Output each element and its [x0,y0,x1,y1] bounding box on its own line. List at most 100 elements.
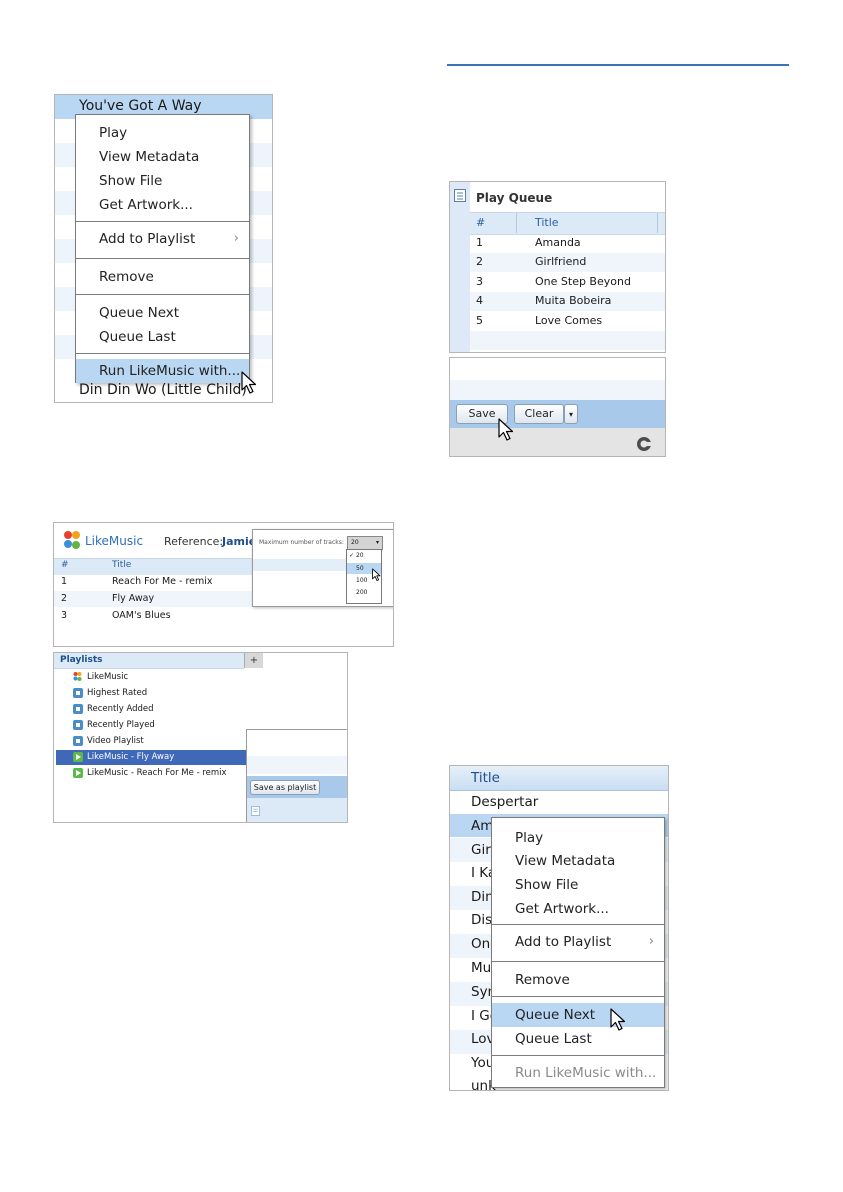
column-header-title[interactable]: Title [112,560,131,570]
menu-item-run-likemusic: Run LikeMusic with... [515,1065,657,1081]
mouse-cursor-icon [498,418,514,441]
reference-label: Reference: [164,535,224,548]
menu-item-view-metadata[interactable]: View Metadata [76,145,249,169]
likemusic-row-num: 2 [61,593,68,604]
menu-item-remove[interactable]: Remove [492,968,664,992]
toolbar-stripe [450,380,665,400]
check-icon: ✓ [349,552,355,559]
playlists-panel: Playlists + LikeMusic Highest Rated Rece… [53,652,348,823]
play-playlist-icon [73,752,83,762]
save-as-playlist-button[interactable]: Save as playlist [250,780,320,795]
section-rule [447,64,789,66]
menu-item-show-file[interactable]: Show File [76,169,249,193]
option-item[interactable]: 100 [356,577,367,584]
likemusic-row-title[interactable]: Reach For Me - remix [112,576,213,587]
queue-row-stripe [470,331,665,350]
table-row[interactable]: 1 [476,236,483,249]
queue-row-title[interactable]: Muita Bobeira [535,294,611,307]
menu-item-remove[interactable]: Remove [76,265,249,289]
clear-button[interactable]: Clear [514,404,564,424]
menu-item-queue-last[interactable]: Queue Last [76,325,249,349]
table-row[interactable]: 4 [476,294,483,307]
table-row[interactable]: 5 [476,314,483,327]
clear-dropdown-button[interactable]: ▾ [564,404,578,424]
menu-item-get-artwork[interactable]: Get Artwork... [492,897,664,921]
likemusic-logo-text: LikeMusic [85,534,144,548]
column-header-title[interactable]: Title [535,216,559,229]
playlist-item-label[interactable]: Recently Added [87,704,154,714]
library-context-panel: You've Got A Way Din Din Wo (Little Chil… [54,94,273,403]
menu-item-add-to-playlist[interactable]: Add to Playlist › [492,930,664,954]
menu-item-get-artwork[interactable]: Get Artwork... [76,193,249,217]
add-playlist-button[interactable]: + [244,653,263,668]
playlist-item-label[interactable]: LikeMusic - Reach For Me - remix [87,768,227,778]
menu-separator [76,221,249,222]
likemusic-row-title[interactable]: OAM's Blues [112,610,171,621]
likemusic-panel: LikeMusic Reference: Jamie # Title 1 Rea… [53,522,394,647]
library-row-title[interactable]: Din Din Wo (Little Child) [79,382,247,398]
queue-list-icon [251,806,260,816]
option-label: 20 [355,552,364,559]
menu-item-play[interactable]: Play [76,121,249,145]
likemusic-row-num: 3 [61,610,68,621]
play-queue-panel: Play Queue # Title 1 Amanda 2 Girlfriend… [449,181,666,353]
menu-item-play[interactable]: Play [492,826,664,850]
menu-item-view-metadata[interactable]: View Metadata [492,849,664,873]
queue-row-title[interactable]: Girlfriend [535,255,586,268]
chevron-right-icon: › [233,231,239,246]
likemusic-logo-icon [73,672,82,681]
likemusic-footer-icon [637,437,652,451]
menu-separator [76,353,249,354]
playlists-header: Playlists [60,655,103,665]
max-tracks-select[interactable]: 20 ▾ [347,536,383,550]
menu-separator [492,996,664,997]
menu-separator [492,1055,664,1056]
max-tracks-popup: Maximum number of tracks: 20 ▾ ✓ 20 50 1… [252,529,393,607]
playlist-item-label[interactable]: LikeMusic [87,672,128,682]
title-column-header-label[interactable]: Title [471,770,500,786]
menu-item-add-to-playlist[interactable]: Add to Playlist › [76,227,249,251]
playlist-item-label[interactable]: LikeMusic - Fly Away [87,752,174,762]
chevron-down-icon: ▾ [375,539,379,546]
queue-row-title[interactable]: Love Comes [535,314,602,327]
queue-row-num: 3 [476,275,483,288]
menu-item-queue-last[interactable]: Queue Last [492,1027,664,1051]
mouse-cursor-icon [610,1008,626,1031]
queue-row-title[interactable]: Amanda [535,236,581,249]
queue-list-icon [454,189,466,202]
column-header-num[interactable]: # [61,560,69,570]
play-queue-title: Play Queue [476,191,553,205]
playlist-item-label[interactable]: Video Playlist [87,736,144,746]
home-playlist-icon [73,704,83,714]
max-tracks-label: Maximum number of tracks: [259,539,344,546]
title-list-panel: Title Despertar Am Girl I Ka Din Dist On… [449,765,669,1091]
menu-item-queue-next[interactable]: Queue Next [76,301,249,325]
menu-item-run-likemusic[interactable]: Run LikeMusic with... [76,359,249,383]
playlist-item-label[interactable]: Recently Played [87,720,155,730]
playlist-item-label[interactable]: Highest Rated [87,688,147,698]
context-menu: Play View Metadata Show File Get Artwork… [75,114,250,383]
title-row[interactable]: Despertar [471,794,538,810]
table-row[interactable]: 3 [476,275,483,288]
home-playlist-icon [73,720,83,730]
popup-stripe [253,559,347,571]
menu-separator [492,924,664,925]
likemusic-row-title[interactable]: Fly Away [112,593,154,604]
menu-item-show-file[interactable]: Show File [492,873,664,897]
queue-row-title[interactable]: One Step Beyond [535,275,631,288]
play-playlist-icon [73,768,83,778]
queue-row-num: 2 [476,255,483,268]
menu-item-queue-next[interactable]: Queue Next [492,1003,664,1027]
queue-column-header [470,212,665,235]
option-item[interactable]: 200 [356,589,367,596]
table-row[interactable]: 2 [476,255,483,268]
queue-row-num: 5 [476,314,483,327]
plus-icon: + [249,655,259,666]
column-divider [516,213,517,233]
column-divider [657,213,658,233]
max-tracks-select-value: 20 [351,539,359,546]
popup-footer [247,798,347,822]
column-header-num[interactable]: # [476,216,485,229]
option-item[interactable]: ✓ 20 [349,552,364,559]
context-menu: Play View Metadata Show File Get Artwork… [491,817,665,1088]
